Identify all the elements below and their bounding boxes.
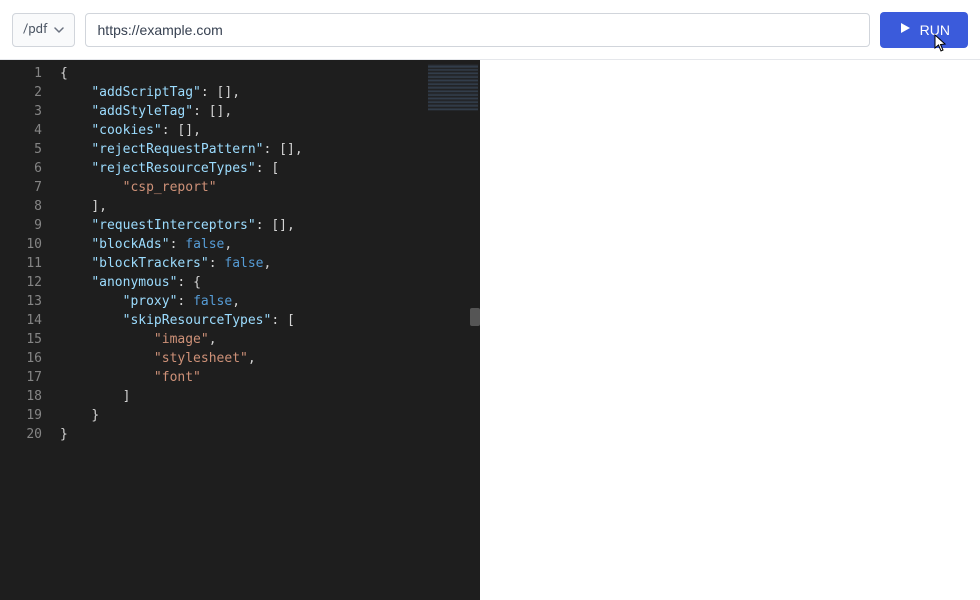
line-number: 12 (10, 273, 42, 292)
code-line[interactable]: "csp_report" (60, 178, 480, 197)
run-button[interactable]: RUN (880, 12, 968, 48)
run-button-label: RUN (920, 22, 950, 38)
line-number: 1 (10, 64, 42, 83)
line-number: 16 (10, 349, 42, 368)
line-number: 4 (10, 121, 42, 140)
code-line[interactable]: { (60, 64, 480, 83)
code-line[interactable]: "image", (60, 330, 480, 349)
line-number: 20 (10, 425, 42, 444)
endpoint-dropdown-value: /pdf (23, 22, 48, 37)
code-content[interactable]: { "addScriptTag": [], "addStyleTag": [],… (56, 60, 480, 600)
code-line[interactable]: "stylesheet", (60, 349, 480, 368)
code-line[interactable]: "cookies": [], (60, 121, 480, 140)
line-number: 9 (10, 216, 42, 235)
toolbar: /pdf RUN (0, 0, 980, 60)
code-line[interactable]: "proxy": false, (60, 292, 480, 311)
code-line[interactable]: "blockAds": false, (60, 235, 480, 254)
code-line[interactable]: "rejectRequestPattern": [], (60, 140, 480, 159)
code-line[interactable]: "addStyleTag": [], (60, 102, 480, 121)
line-number: 3 (10, 102, 42, 121)
line-number: 18 (10, 387, 42, 406)
code-line[interactable]: ], (60, 197, 480, 216)
endpoint-dropdown[interactable]: /pdf (12, 13, 75, 47)
output-pane (480, 60, 980, 600)
code-line[interactable]: ] (60, 387, 480, 406)
line-number: 2 (10, 83, 42, 102)
line-number: 7 (10, 178, 42, 197)
play-icon (898, 21, 912, 38)
code-line[interactable]: "rejectResourceTypes": [ (60, 159, 480, 178)
code-line[interactable]: "blockTrackers": false, (60, 254, 480, 273)
url-input[interactable] (85, 13, 870, 47)
main-area: 1234567891011121314151617181920 { "addSc… (0, 60, 980, 600)
line-number: 10 (10, 235, 42, 254)
chevron-down-icon (54, 25, 64, 35)
line-number: 8 (10, 197, 42, 216)
code-line[interactable]: } (60, 425, 480, 444)
code-editor[interactable]: 1234567891011121314151617181920 { "addSc… (0, 60, 480, 600)
code-line[interactable]: "skipResourceTypes": [ (60, 311, 480, 330)
line-number: 14 (10, 311, 42, 330)
code-line[interactable]: "requestInterceptors": [], (60, 216, 480, 235)
code-line[interactable]: "anonymous": { (60, 273, 480, 292)
line-number: 19 (10, 406, 42, 425)
code-line[interactable]: "addScriptTag": [], (60, 83, 480, 102)
line-number: 6 (10, 159, 42, 178)
line-number: 15 (10, 330, 42, 349)
line-number: 5 (10, 140, 42, 159)
line-number: 17 (10, 368, 42, 387)
line-number: 13 (10, 292, 42, 311)
code-line[interactable]: "font" (60, 368, 480, 387)
line-number: 11 (10, 254, 42, 273)
line-number-gutter: 1234567891011121314151617181920 (0, 60, 56, 600)
code-line[interactable]: } (60, 406, 480, 425)
